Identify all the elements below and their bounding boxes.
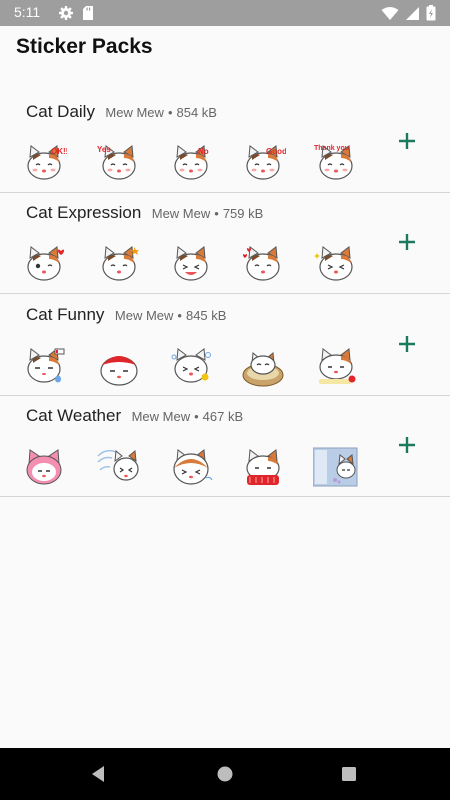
sticker-thumbnail[interactable]	[240, 446, 286, 488]
home-button[interactable]	[214, 763, 236, 785]
sticker-thumbnail[interactable]: No	[168, 142, 214, 184]
settings-icon	[58, 5, 74, 26]
pack-name: Cat Funny	[26, 305, 105, 324]
sticker-thumbnail[interactable]	[96, 345, 142, 387]
pack-author: Mew Mew	[131, 409, 191, 424]
pack-size: 467 kB	[202, 409, 244, 424]
status-right-icons	[381, 5, 436, 26]
sticker-thumbnail[interactable]: OK!!	[21, 142, 68, 184]
sticker-thumbnail[interactable]	[96, 243, 142, 285]
sticker-pack-cat-expression[interactable]: Cat Expression Mew Mew • 759 kB	[0, 192, 450, 294]
cell-signal-icon	[405, 6, 420, 26]
sticker-thumbnail[interactable]	[168, 243, 214, 285]
battery-icon	[426, 5, 436, 26]
sticker-caption: Yes	[97, 145, 111, 154]
pack-author: Mew Mew	[151, 206, 211, 221]
add-pack-button[interactable]	[395, 230, 419, 254]
pack-meta: Mew Mew • 759 kB	[151, 206, 264, 221]
sticker-thumbnail[interactable]	[168, 345, 214, 387]
pack-name: Cat Expression	[26, 203, 142, 222]
pack-size: 845 kB	[185, 308, 227, 323]
sticker-thumbnail[interactable]: Good	[240, 142, 287, 184]
sd-card-icon	[82, 5, 94, 26]
pack-name: Cat Daily	[26, 102, 95, 121]
sticker-thumbnail[interactable]	[313, 243, 359, 285]
plus-icon	[399, 234, 415, 250]
status-bar: 5:11	[0, 0, 450, 26]
sticker-thumbnail[interactable]	[21, 243, 67, 285]
sticker-thumbnail[interactable]	[96, 446, 142, 488]
sticker-thumbnail[interactable]: Yes	[96, 142, 142, 184]
sticker-thumbnail[interactable]	[21, 446, 67, 488]
sticker-thumbnail[interactable]	[312, 446, 359, 488]
status-left-icons	[58, 5, 94, 26]
recents-icon	[342, 767, 356, 781]
pack-header: Cat Daily Mew Mew • 854 kB	[26, 102, 217, 122]
sticker-caption: Good	[266, 147, 286, 156]
sticker-thumbnail[interactable]	[240, 345, 286, 387]
sticker-pack-cat-weather[interactable]: Cat Weather Mew Mew • 467 kB	[0, 395, 450, 497]
add-pack-button[interactable]	[395, 129, 419, 153]
pack-meta: Mew Mew • 845 kB	[114, 308, 227, 323]
pack-size: 759 kB	[222, 206, 264, 221]
plus-icon	[399, 336, 415, 352]
sticker-thumbnail[interactable]	[21, 345, 67, 387]
pack-author: Mew Mew	[105, 105, 164, 120]
wifi-icon	[381, 6, 399, 26]
sticker-caption: No	[198, 147, 209, 156]
add-pack-button[interactable]	[395, 433, 419, 457]
pack-size: 854 kB	[176, 105, 217, 120]
navigation-bar	[0, 748, 450, 800]
sticker-thumbnail[interactable]: Thank you	[313, 142, 359, 184]
sticker-caption: Thank you	[314, 145, 349, 152]
recents-button[interactable]	[338, 763, 360, 785]
pack-header: Cat Funny Mew Mew • 845 kB	[26, 305, 226, 325]
sticker-pack-cat-daily[interactable]: Cat Daily Mew Mew • 854 kB OK!! Yes No G…	[0, 91, 450, 193]
home-icon	[217, 766, 233, 782]
pack-header: Cat Expression Mew Mew • 759 kB	[26, 203, 263, 223]
sticker-thumbnail[interactable]	[168, 446, 214, 488]
back-button[interactable]	[88, 763, 110, 785]
plus-icon	[399, 437, 415, 453]
pack-meta: Mew Mew • 854 kB	[105, 105, 217, 120]
page-title: Sticker Packs	[16, 35, 153, 58]
add-pack-button[interactable]	[395, 332, 419, 356]
sticker-pack-cat-funny[interactable]: Cat Funny Mew Mew • 845 kB	[0, 294, 450, 396]
pack-meta: Mew Mew • 467 kB	[131, 409, 244, 424]
pack-author: Mew Mew	[114, 308, 174, 323]
pack-name: Cat Weather	[26, 406, 122, 425]
back-icon	[92, 766, 104, 782]
sticker-thumbnail[interactable]	[313, 345, 359, 387]
plus-icon	[399, 133, 415, 149]
status-time: 5:11	[14, 4, 41, 20]
sticker-thumbnail[interactable]	[240, 243, 286, 285]
pack-header: Cat Weather Mew Mew • 467 kB	[26, 406, 243, 426]
sticker-caption: OK!!	[51, 147, 67, 156]
